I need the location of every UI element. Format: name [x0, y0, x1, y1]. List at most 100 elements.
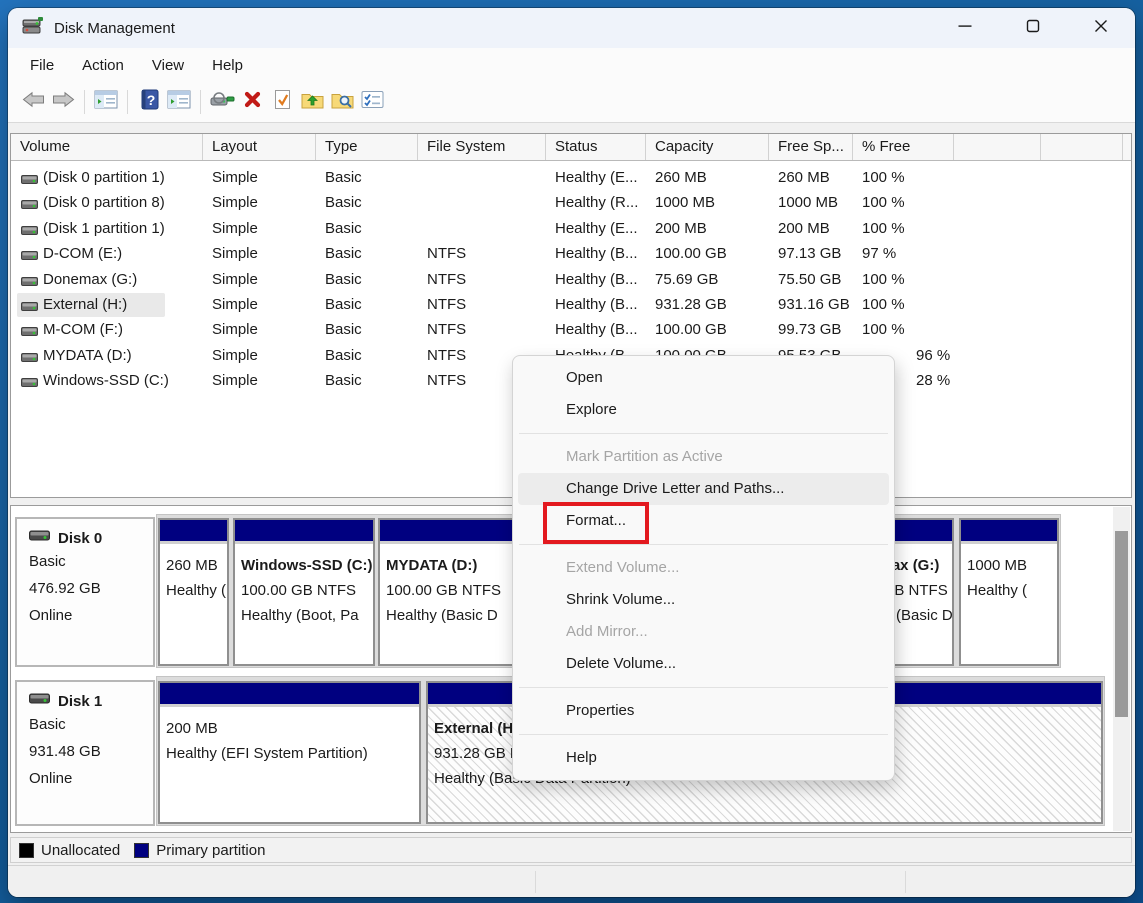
cell-pct-free: 100 % [862, 220, 905, 237]
toolbar-button-console-tree-icon[interactable] [91, 88, 121, 116]
drive-icon [21, 173, 38, 190]
menu-item-format[interactable]: Format... [518, 505, 889, 537]
disk-status: Online [29, 765, 153, 792]
detail-pane-icon [167, 90, 191, 114]
partition-mydata-d-[interactable]: MYDATA (D:)100.00 GB NTFSHealthy (Basic … [378, 518, 521, 666]
column-header-status[interactable]: Status [546, 134, 646, 160]
drive-icon [21, 376, 38, 393]
cell-pct-free: 100 % [862, 321, 905, 338]
column-header-volume[interactable]: Volume [11, 134, 203, 160]
toolbar-button-back-arrow-icon[interactable] [18, 88, 48, 116]
toolbar-separator [127, 90, 128, 114]
partition[interactable]: 260 MBHealthy (E [158, 518, 229, 666]
cell-pct-free: 100 % [862, 169, 905, 186]
drive-icon [21, 325, 38, 342]
toolbar-button-delete-red-x-icon[interactable] [237, 88, 267, 116]
legend-item: Unallocated [19, 842, 120, 859]
volume-name: External (H:) [43, 296, 127, 313]
cell-type: Basic [325, 347, 362, 364]
partition-size: 100.00 GB NTFS [241, 578, 373, 603]
menu-help[interactable]: Help [198, 53, 257, 78]
column-header-type[interactable]: Type [316, 134, 418, 160]
column-header-stub[interactable] [1041, 134, 1123, 160]
cell-type: Basic [325, 194, 362, 211]
partition-status: Healthy ( [967, 578, 1057, 603]
drive-icon [21, 249, 38, 266]
status-bar [8, 865, 1135, 897]
menu-bar: FileActionViewHelp [8, 48, 1135, 82]
cell-type: Basic [325, 220, 362, 237]
disk-icon [29, 530, 50, 547]
window-title: Disk Management [54, 20, 175, 37]
volume-name: Windows-SSD (C:) [43, 372, 169, 389]
menu-view[interactable]: View [138, 53, 198, 78]
cell-status: Healthy (E... [555, 169, 638, 186]
partition-name: Windows-SSD (C:) [241, 553, 373, 578]
menu-item-explore[interactable]: Explore [518, 394, 889, 426]
partition-windows-ssd-c-[interactable]: Windows-SSD (C:)100.00 GB NTFSHealthy (B… [233, 518, 375, 666]
toolbar-button-folder-search-icon[interactable] [327, 88, 357, 116]
disk-label-disk-1[interactable]: Disk 1Basic931.48 GBOnline [15, 680, 155, 826]
toolbar-button-detail-pane-icon[interactable] [164, 88, 194, 116]
column-header-free-sp-[interactable]: Free Sp... [769, 134, 853, 160]
menu-item-extend-volume: Extend Volume... [518, 552, 889, 584]
partition-body: 260 MBHealthy (E [160, 541, 227, 664]
menu-file[interactable]: File [16, 53, 68, 78]
toolbar-button-forward-arrow-icon[interactable] [48, 88, 78, 116]
toolbar-button-task-list-icon[interactable] [357, 88, 387, 116]
cell-type: Basic [325, 169, 362, 186]
scrollbar-thumb[interactable] [1115, 531, 1128, 717]
volume-row-external-h-[interactable]: External (H:)SimpleBasicNTFSHealthy (B..… [11, 293, 1131, 318]
legend-item: Primary partition [134, 842, 265, 859]
menu-item-help[interactable]: Help [518, 742, 889, 774]
menu-action[interactable]: Action [68, 53, 138, 78]
cell-pct-free: 97 % [862, 245, 896, 262]
cell-layout: Simple [212, 347, 258, 364]
toolbar-button-folder-up-icon[interactable] [297, 88, 327, 116]
menu-item-open[interactable]: Open [518, 362, 889, 394]
volume-row-donemax-g-[interactable]: Donemax (G:)SimpleBasicNTFSHealthy (B...… [11, 268, 1131, 293]
disk-label-disk-0[interactable]: Disk 0Basic476.92 GBOnline [15, 517, 155, 667]
disk-kind: Basic [29, 711, 153, 738]
menu-item-add-mirror: Add Mirror... [518, 616, 889, 648]
volume-row-d-com-e-[interactable]: D-COM (E:)SimpleBasicNTFSHealthy (B...10… [11, 242, 1131, 267]
cell-status: Healthy (B... [555, 296, 638, 313]
column-header-capacity[interactable]: Capacity [646, 134, 769, 160]
drive-icon [21, 198, 38, 215]
volume-row-m-com-f-[interactable]: M-COM (F:)SimpleBasicNTFSHealthy (B...10… [11, 318, 1131, 343]
menu-item-delete-volume[interactable]: Delete Volume... [518, 648, 889, 680]
cell-capacity: 1000 MB [655, 194, 715, 211]
toolbar-button-rescan-disks-icon[interactable] [207, 88, 237, 116]
cell-capacity: 260 MB [655, 169, 707, 186]
maximize-button[interactable] [999, 8, 1067, 48]
drive-icon [21, 224, 38, 241]
volume-row--disk-0-partition-1-[interactable]: (Disk 0 partition 1)SimpleBasicHealthy (… [11, 166, 1131, 191]
menu-item-change-drive-letter-and-paths[interactable]: Change Drive Letter and Paths... [518, 473, 889, 505]
column-header--free[interactable]: % Free [853, 134, 954, 160]
partition-size: 100.00 GB NTFS [386, 578, 519, 603]
volume-name: (Disk 0 partition 1) [43, 169, 165, 186]
cell-pct-free: 28 % [916, 372, 950, 389]
delete-red-x-icon [243, 90, 262, 114]
partition[interactable]: 200 MBHealthy (EFI System Partition) [158, 681, 421, 824]
column-header-layout[interactable]: Layout [203, 134, 316, 160]
cell-fs: NTFS [427, 321, 466, 338]
disk-kind: Basic [29, 548, 153, 575]
partition-body: 1000 MBHealthy ( [961, 541, 1057, 664]
volume-row--disk-1-partition-1-[interactable]: (Disk 1 partition 1)SimpleBasicHealthy (… [11, 217, 1131, 242]
column-header-file-system[interactable]: File System [418, 134, 546, 160]
toolbar-button-help-book-icon[interactable]: ? [134, 88, 164, 116]
column-header-stub[interactable] [954, 134, 1041, 160]
cell-type: Basic [325, 245, 362, 262]
partition[interactable]: 1000 MBHealthy ( [959, 518, 1059, 666]
partition-size: 200 MB [166, 716, 419, 741]
partition-size: 1000 MB [967, 553, 1057, 578]
close-button[interactable] [1067, 8, 1135, 48]
minimize-button[interactable] [931, 8, 999, 48]
toolbar-button-validate-page-icon[interactable] [267, 88, 297, 116]
folder-up-icon [301, 90, 324, 114]
vertical-scrollbar[interactable] [1113, 507, 1130, 831]
volume-row--disk-0-partition-8-[interactable]: (Disk 0 partition 8)SimpleBasicHealthy (… [11, 191, 1131, 216]
menu-item-properties[interactable]: Properties [518, 695, 889, 727]
menu-item-shrink-volume[interactable]: Shrink Volume... [518, 584, 889, 616]
